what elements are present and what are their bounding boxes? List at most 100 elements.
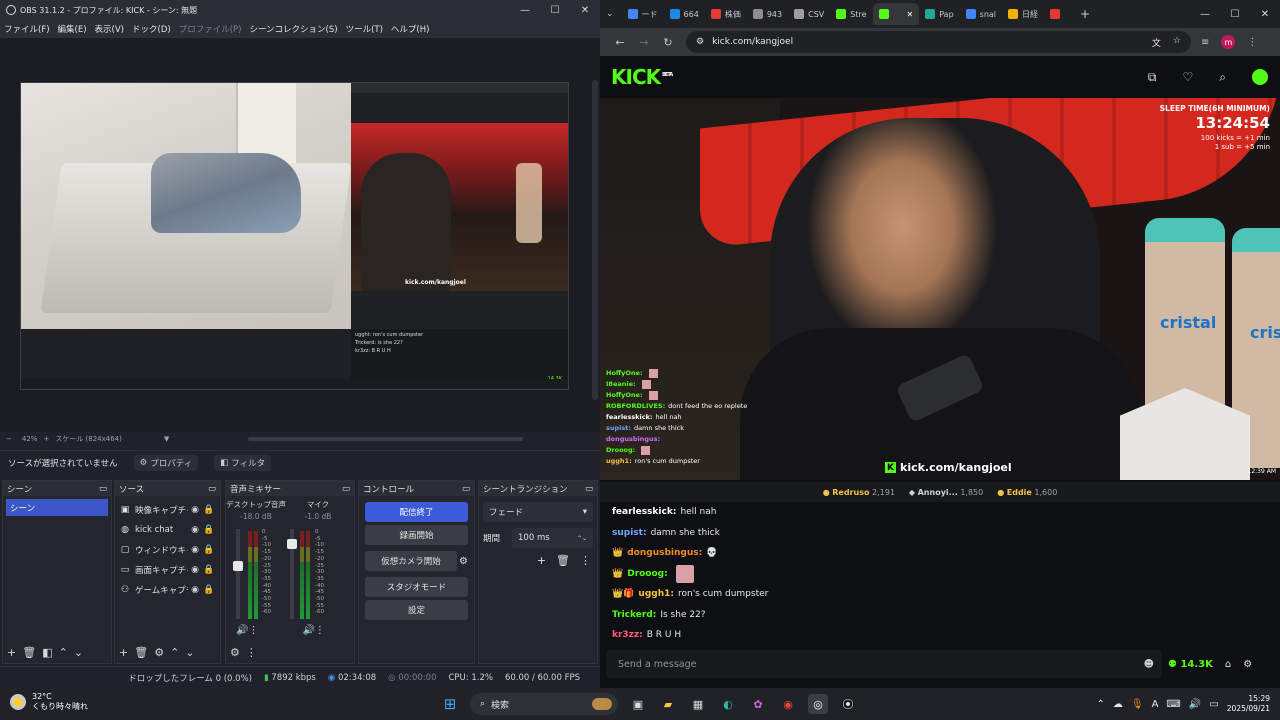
chat-message[interactable]: kr3zz: B R U H	[612, 625, 1280, 646]
move-down-icon[interactable]: ⌄	[185, 646, 194, 659]
chat-message[interactable]: fearlesskick: hell nah	[612, 502, 1280, 523]
mic-icon[interactable]: 🎙	[1131, 699, 1144, 710]
heart-icon[interactable]: ♡	[1183, 70, 1194, 84]
network-icon[interactable]: ⌨	[1166, 699, 1180, 710]
browser-tab[interactable]: Pap	[919, 3, 959, 25]
chat-username[interactable]: kr3zz:	[612, 630, 643, 640]
transition-menu-icon[interactable]: ⋮	[580, 554, 591, 567]
browser-tab[interactable]: 664	[664, 3, 705, 25]
zoom-minus-icon[interactable]: −	[6, 435, 12, 443]
leader-item[interactable]: ● Eddie 1,600	[997, 488, 1057, 497]
task-view-icon[interactable]: ▣	[628, 694, 648, 714]
file-explorer-icon[interactable]: ▰	[658, 694, 678, 714]
properties-button[interactable]: ⚙ プロパティ	[133, 454, 199, 471]
lock-icon[interactable]: 🔒	[202, 505, 216, 515]
zoom-plus-icon[interactable]: +	[43, 435, 49, 443]
back-icon[interactable]: ←	[608, 36, 632, 49]
remove-source-icon[interactable]: 🗑	[134, 646, 148, 659]
chat-username[interactable]: dongusbingus:	[627, 548, 702, 558]
stop-stream-button[interactable]: 配信終了	[365, 502, 468, 522]
volume-slider[interactable]	[233, 529, 243, 619]
source-item[interactable]: ▣ 映像キャプチャ ◉ 🔒	[115, 500, 220, 520]
chat-username[interactable]: Trickerd:	[612, 610, 656, 620]
lock-icon[interactable]: 🔒	[202, 545, 216, 555]
lock-icon[interactable]: 🔒	[202, 585, 216, 595]
profile-avatar[interactable]: m	[1221, 35, 1236, 49]
start-recording-button[interactable]: 録画開始	[365, 525, 468, 545]
tab-search-icon[interactable]: ⌄	[606, 9, 614, 19]
menu-edit[interactable]: 編集(E)	[58, 23, 87, 35]
chat-message[interactable]: 👑 Drooog:	[612, 564, 1280, 585]
minimize-icon[interactable]: —	[510, 0, 540, 20]
add-source-icon[interactable]: +	[119, 646, 128, 659]
edge-icon[interactable]: ◐	[718, 694, 738, 714]
tray-chevron-icon[interactable]: ⌃	[1096, 699, 1104, 710]
leader-item[interactable]: ◆ Annoyi... 1,850	[909, 488, 983, 497]
browser-tab[interactable]	[1044, 3, 1070, 25]
scene-filter-icon[interactable]: ◧	[42, 646, 52, 659]
viewer-count[interactable]: ⚉ 14.3K	[1168, 659, 1213, 670]
duration-input[interactable]: 100 ms ⌃⌄	[512, 528, 593, 548]
store-icon[interactable]: ▦	[688, 694, 708, 714]
stocks-icon[interactable]: ⦿	[838, 694, 858, 714]
reload-icon[interactable]: ↻	[656, 36, 680, 49]
chrome-icon[interactable]: ◉	[778, 694, 798, 714]
mute-speaker-icon[interactable]: 🔊⋮	[236, 625, 258, 636]
remove-scene-icon[interactable]: 🗑	[22, 646, 36, 659]
mute-speaker-icon[interactable]: 🔊⋮	[302, 625, 324, 636]
chat-settings-icon[interactable]: ⚙	[1243, 659, 1252, 670]
taskbar-clock[interactable]: 15:29 2025/09/21	[1227, 694, 1270, 714]
browser-tab[interactable]: Stre	[830, 3, 872, 25]
source-item[interactable]: ◍ kick chat ◉ 🔒	[115, 520, 220, 540]
move-up-icon[interactable]: ⌃	[59, 646, 68, 659]
url-field[interactable]: ⚙ kick.com/kangjoel 文 ☆	[686, 31, 1191, 53]
preview-scrollbar[interactable]	[592, 80, 598, 400]
user-avatar[interactable]	[1252, 69, 1268, 85]
chat-message[interactable]: Trickerd: Is she 22?	[612, 605, 1280, 626]
lock-icon[interactable]: 🔒	[202, 565, 216, 575]
eye-icon[interactable]: ◉	[188, 545, 202, 555]
preview-canvas[interactable]: kick.com/kangjoel ugght: ron's cum dumps…	[20, 82, 569, 390]
minimize-icon[interactable]: —	[1190, 0, 1220, 28]
menu-dock[interactable]: ドック(D)	[132, 23, 171, 35]
move-up-icon[interactable]: ⌃	[170, 646, 179, 659]
source-item[interactable]: ▭ 画面キャプチャ ◉ 🔒	[115, 560, 220, 580]
lock-icon[interactable]: 🔒	[202, 525, 216, 535]
close-icon[interactable]: ✕	[570, 0, 600, 20]
spinner-icon[interactable]: ⌃⌄	[577, 535, 587, 542]
speaker-icon[interactable]: 🔊	[1189, 699, 1201, 710]
mixer-settings-icon[interactable]: ⚙	[230, 646, 240, 659]
chat-username[interactable]: uggh1:	[638, 589, 674, 599]
translate-icon[interactable]: 文	[1152, 36, 1161, 49]
scene-item[interactable]: シーン	[6, 499, 108, 516]
taskbar-search[interactable]: ⌕ 検索	[470, 693, 618, 715]
close-icon[interactable]: ✕	[1250, 0, 1280, 28]
emote-picker-icon[interactable]: ☻	[1144, 659, 1154, 670]
eye-icon[interactable]: ◉	[188, 585, 202, 595]
preview-hscroll[interactable]	[248, 437, 523, 441]
new-tab-icon[interactable]: +	[1080, 7, 1090, 21]
browser-tab[interactable]: snal	[960, 3, 1002, 25]
kick-logo[interactable]: KICK BETA	[611, 65, 673, 89]
menu-file[interactable]: ファイル(F)	[4, 23, 50, 35]
browser-tab[interactable]: 日経	[1002, 3, 1044, 25]
ime-icon[interactable]: A	[1152, 699, 1159, 710]
chat-message[interactable]: 👑🎁 uggh1: ron's cum dumpster	[612, 584, 1280, 605]
leader-item[interactable]: ● Redruso 2,191	[823, 488, 895, 497]
menu-scene-collection[interactable]: シーンコレクション(S)	[249, 23, 337, 35]
maximize-icon[interactable]: ☐	[540, 0, 570, 20]
volume-slider-knob[interactable]	[233, 561, 243, 571]
eye-icon[interactable]: ◉	[188, 505, 202, 515]
browser-tab[interactable]: 943	[747, 3, 788, 25]
source-item[interactable]: ⚇ ゲームキャプチ ◉ 🔒	[115, 580, 220, 600]
chat-input[interactable]: Send a message ☻	[606, 650, 1162, 678]
dock-float-icon[interactable]: ▭	[208, 484, 216, 494]
transition-select[interactable]: フェード ▾	[483, 502, 593, 522]
dock-float-icon[interactable]: ▭	[462, 484, 470, 494]
browser-tab[interactable]: ✕	[872, 3, 920, 25]
tab-close-icon[interactable]: ✕	[907, 10, 914, 19]
more-menu-icon[interactable]: ⋮	[1247, 37, 1257, 48]
dock-float-icon[interactable]: ▭	[585, 484, 593, 494]
virtual-camera-settings-icon[interactable]: ⚙	[459, 556, 468, 567]
dock-float-icon[interactable]: ▭	[99, 484, 107, 494]
